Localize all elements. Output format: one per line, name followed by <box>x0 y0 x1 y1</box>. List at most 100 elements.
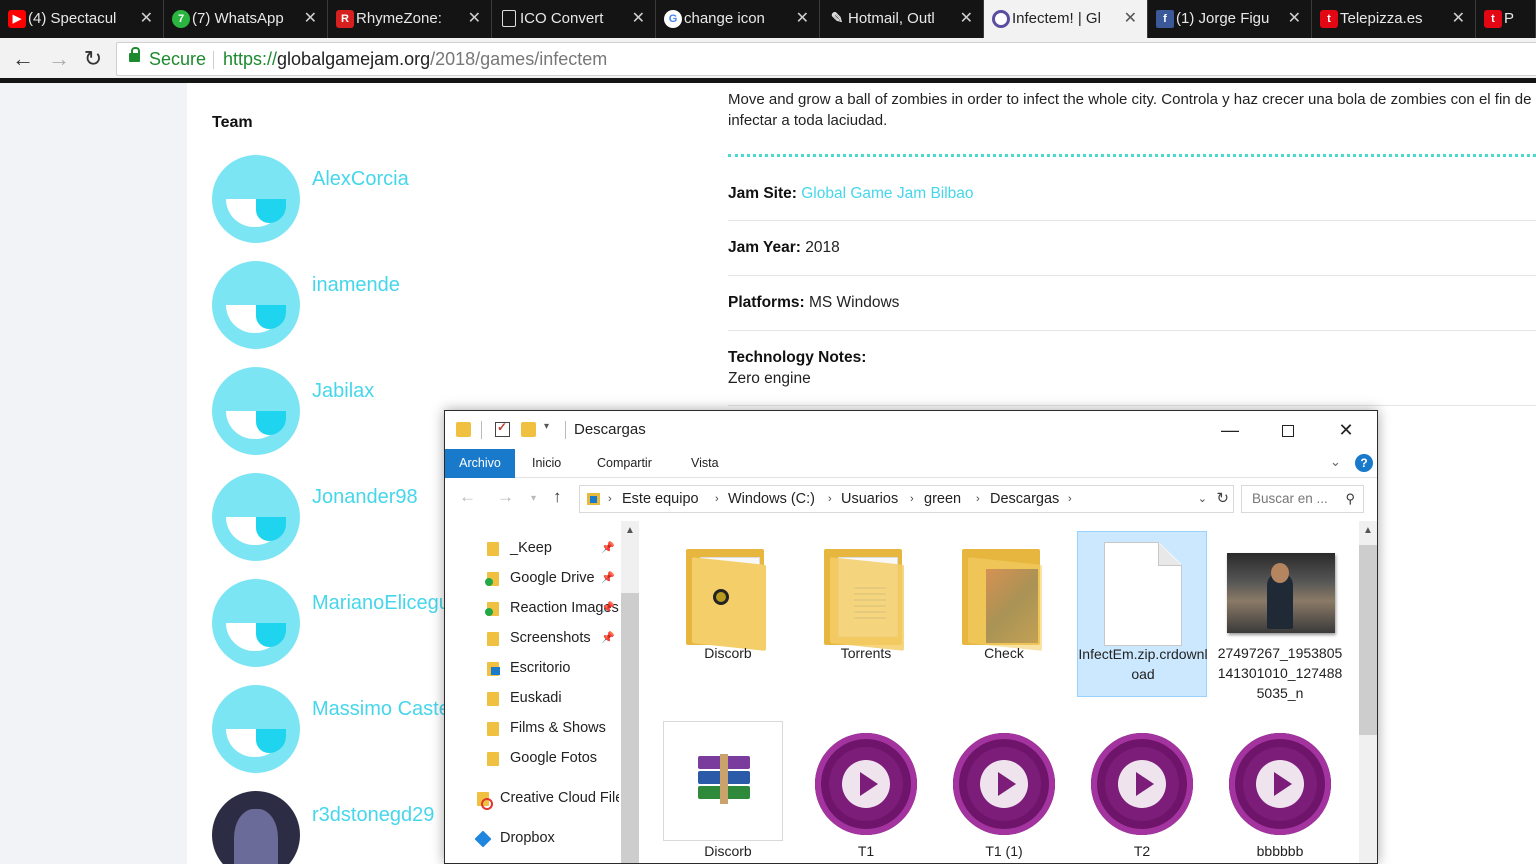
recent-locations-icon[interactable]: ▾ <box>531 493 536 504</box>
chevron-right-icon[interactable]: › <box>1068 486 1072 512</box>
member-name-link[interactable]: Jabilax <box>312 380 374 403</box>
forward-arrow-icon[interactable]: → <box>497 487 514 507</box>
nav-item-reaction-images[interactable]: Reaction Images <box>485 593 619 623</box>
close-tab-icon[interactable]: ✕ <box>304 0 317 38</box>
close-button[interactable]: ✕ <box>1317 411 1375 449</box>
file-item[interactable]: T1 (1) <box>939 721 1069 863</box>
tab-vista[interactable]: Vista <box>678 449 732 478</box>
avatar[interactable] <box>212 261 300 349</box>
nav-item-escritorio[interactable]: Escritorio <box>485 653 619 683</box>
divider <box>728 220 1536 221</box>
chevron-right-icon[interactable]: › <box>828 486 832 512</box>
maximize-button[interactable] <box>1259 411 1317 449</box>
minimize-button[interactable]: — <box>1201 411 1259 449</box>
close-tab-icon[interactable]: ✕ <box>960 0 973 38</box>
properties-icon[interactable] <box>495 420 510 437</box>
scroll-up-icon[interactable]: ▲ <box>625 525 635 536</box>
member-name-link[interactable]: AlexCorcia <box>312 168 409 191</box>
member-name-link[interactable]: inamende <box>312 274 400 297</box>
file-explorer-window[interactable]: ▾ Descargas — ✕ Archivo Inicio Compartir… <box>444 410 1378 864</box>
breadcrumb-green[interactable]: green <box>924 486 961 512</box>
scroll-thumb[interactable] <box>1359 545 1377 735</box>
tab-compartir[interactable]: Compartir <box>584 449 665 478</box>
browser-tab[interactable]: ▶ (4) Spectacul ✕ <box>0 0 164 38</box>
up-arrow-icon[interactable]: ↑ <box>553 487 562 507</box>
browser-tab[interactable]: R RhymeZone: ✕ <box>328 0 492 38</box>
nav-item-euskadi[interactable]: Euskadi <box>485 683 619 713</box>
browser-tab[interactable]: t Telepizza.es ✕ <box>1312 0 1476 38</box>
pin-icon[interactable]: 📌 <box>601 563 615 593</box>
close-tab-icon[interactable]: ✕ <box>140 0 153 38</box>
browser-tab[interactable]: Gchange icon ✕ <box>656 0 820 38</box>
browser-tab[interactable]: ✎ Hotmail, Outl ✕ <box>820 0 984 38</box>
file-item[interactable]: T2 <box>1077 721 1207 863</box>
file-item[interactable]: Check <box>939 531 1069 697</box>
chevron-down-icon[interactable]: ▾ <box>544 421 549 432</box>
nav-item-google-fotos[interactable]: Google Fotos <box>485 743 619 773</box>
close-tab-icon[interactable]: ✕ <box>796 0 809 38</box>
avatar[interactable] <box>212 473 300 561</box>
address-breadcrumb[interactable]: › Este equipo › Windows (C:) › Usuarios … <box>579 485 1234 513</box>
browser-tab[interactable]: 7 (7) WhatsApp ✕ <box>164 0 328 38</box>
new-folder-icon[interactable] <box>521 422 536 437</box>
member-name-link[interactable]: r3dstonegd29 <box>312 804 434 827</box>
close-tab-icon[interactable]: ✕ <box>1288 0 1301 38</box>
nav-item-films-shows[interactable]: Films & Shows <box>485 713 619 743</box>
browser-tab-active[interactable]: Infectem! | Gl ✕ <box>984 0 1148 38</box>
browser-tab[interactable]: ICO Convert ✕ <box>492 0 656 38</box>
back-arrow-icon[interactable]: ← <box>459 487 476 507</box>
breadcrumb-este-equipo[interactable]: Este equipo <box>622 486 699 512</box>
help-icon[interactable]: ? <box>1355 454 1373 472</box>
chevron-right-icon[interactable]: › <box>608 486 612 512</box>
member-name-link[interactable]: MarianoElicegui <box>312 592 454 615</box>
pin-icon[interactable]: 📌 <box>601 593 615 623</box>
nav-item-dropbox[interactable]: Dropbox <box>475 823 609 853</box>
avatar-photo[interactable] <box>212 791 300 864</box>
forward-arrow-icon[interactable]: → <box>46 46 72 72</box>
scroll-thumb[interactable] <box>621 593 639 863</box>
chevron-right-icon[interactable]: › <box>976 486 980 512</box>
avatar[interactable] <box>212 685 300 773</box>
nav-item-screenshots[interactable]: Screenshots <box>485 623 619 653</box>
refresh-icon[interactable]: ↻ <box>1216 486 1229 512</box>
tab-inicio[interactable]: Inicio <box>519 449 574 478</box>
file-item[interactable]: bbbbbb <box>1215 721 1345 863</box>
reload-icon[interactable]: ↻ <box>80 46 106 72</box>
browser-tab[interactable]: tP <box>1476 0 1536 38</box>
nav-item-google-drive[interactable]: Google Drive <box>485 563 619 593</box>
browser-tab[interactable]: f (1) Jorge Figu ✕ <box>1148 0 1312 38</box>
avatar[interactable] <box>212 367 300 455</box>
title-bar[interactable]: ▾ Descargas — ✕ <box>445 411 1377 449</box>
pin-icon[interactable]: 📌 <box>601 533 615 563</box>
breadcrumb-descargas[interactable]: Descargas <box>990 486 1059 512</box>
close-tab-icon[interactable]: ✕ <box>468 0 481 38</box>
member-name-link[interactable]: Jonander98 <box>312 486 418 509</box>
search-input[interactable]: Buscar en ... ⚲ <box>1241 485 1364 513</box>
file-item[interactable]: Discorb <box>663 531 793 697</box>
breadcrumb-windows-c[interactable]: Windows (C:) <box>728 486 815 512</box>
file-scrollbar[interactable]: ▲ <box>1359 521 1377 863</box>
chevron-right-icon[interactable]: › <box>910 486 914 512</box>
close-tab-icon[interactable]: ✕ <box>1124 0 1137 38</box>
pin-icon[interactable]: 📌 <box>601 623 615 653</box>
breadcrumb-usuarios[interactable]: Usuarios <box>841 486 898 512</box>
expand-ribbon-icon[interactable]: ⌄ <box>1330 454 1341 470</box>
back-arrow-icon[interactable]: ← <box>10 46 36 72</box>
chevron-right-icon[interactable]: › <box>715 486 719 512</box>
avatar[interactable] <box>212 579 300 667</box>
nav-item-keep[interactable]: _Keep <box>485 533 619 563</box>
file-item[interactable]: 27497267_1953805141301010_1274885035_n <box>1215 531 1345 701</box>
nav-item-creative-cloud[interactable]: Creative Cloud Files <box>475 783 619 813</box>
scroll-up-icon[interactable]: ▲ <box>1363 525 1373 536</box>
jam-site-link[interactable]: Global Game Jam Bilbao <box>801 185 973 202</box>
url-input[interactable]: Secure https://globalgamejam.org/2018/ga… <box>116 42 1536 76</box>
avatar[interactable] <box>212 155 300 243</box>
chevron-down-icon[interactable]: ⌄ <box>1198 486 1207 512</box>
close-tab-icon[interactable]: ✕ <box>1452 0 1465 38</box>
close-tab-icon[interactable]: ✕ <box>632 0 645 38</box>
file-item[interactable]: T1 <box>801 721 931 863</box>
file-item-selected[interactable]: InfectEm.zip.crdownload <box>1077 531 1208 697</box>
file-item[interactable]: Torrents <box>801 531 931 697</box>
file-item[interactable]: Discorb <box>663 721 793 863</box>
nav-scrollbar[interactable]: ▲ <box>621 521 639 863</box>
